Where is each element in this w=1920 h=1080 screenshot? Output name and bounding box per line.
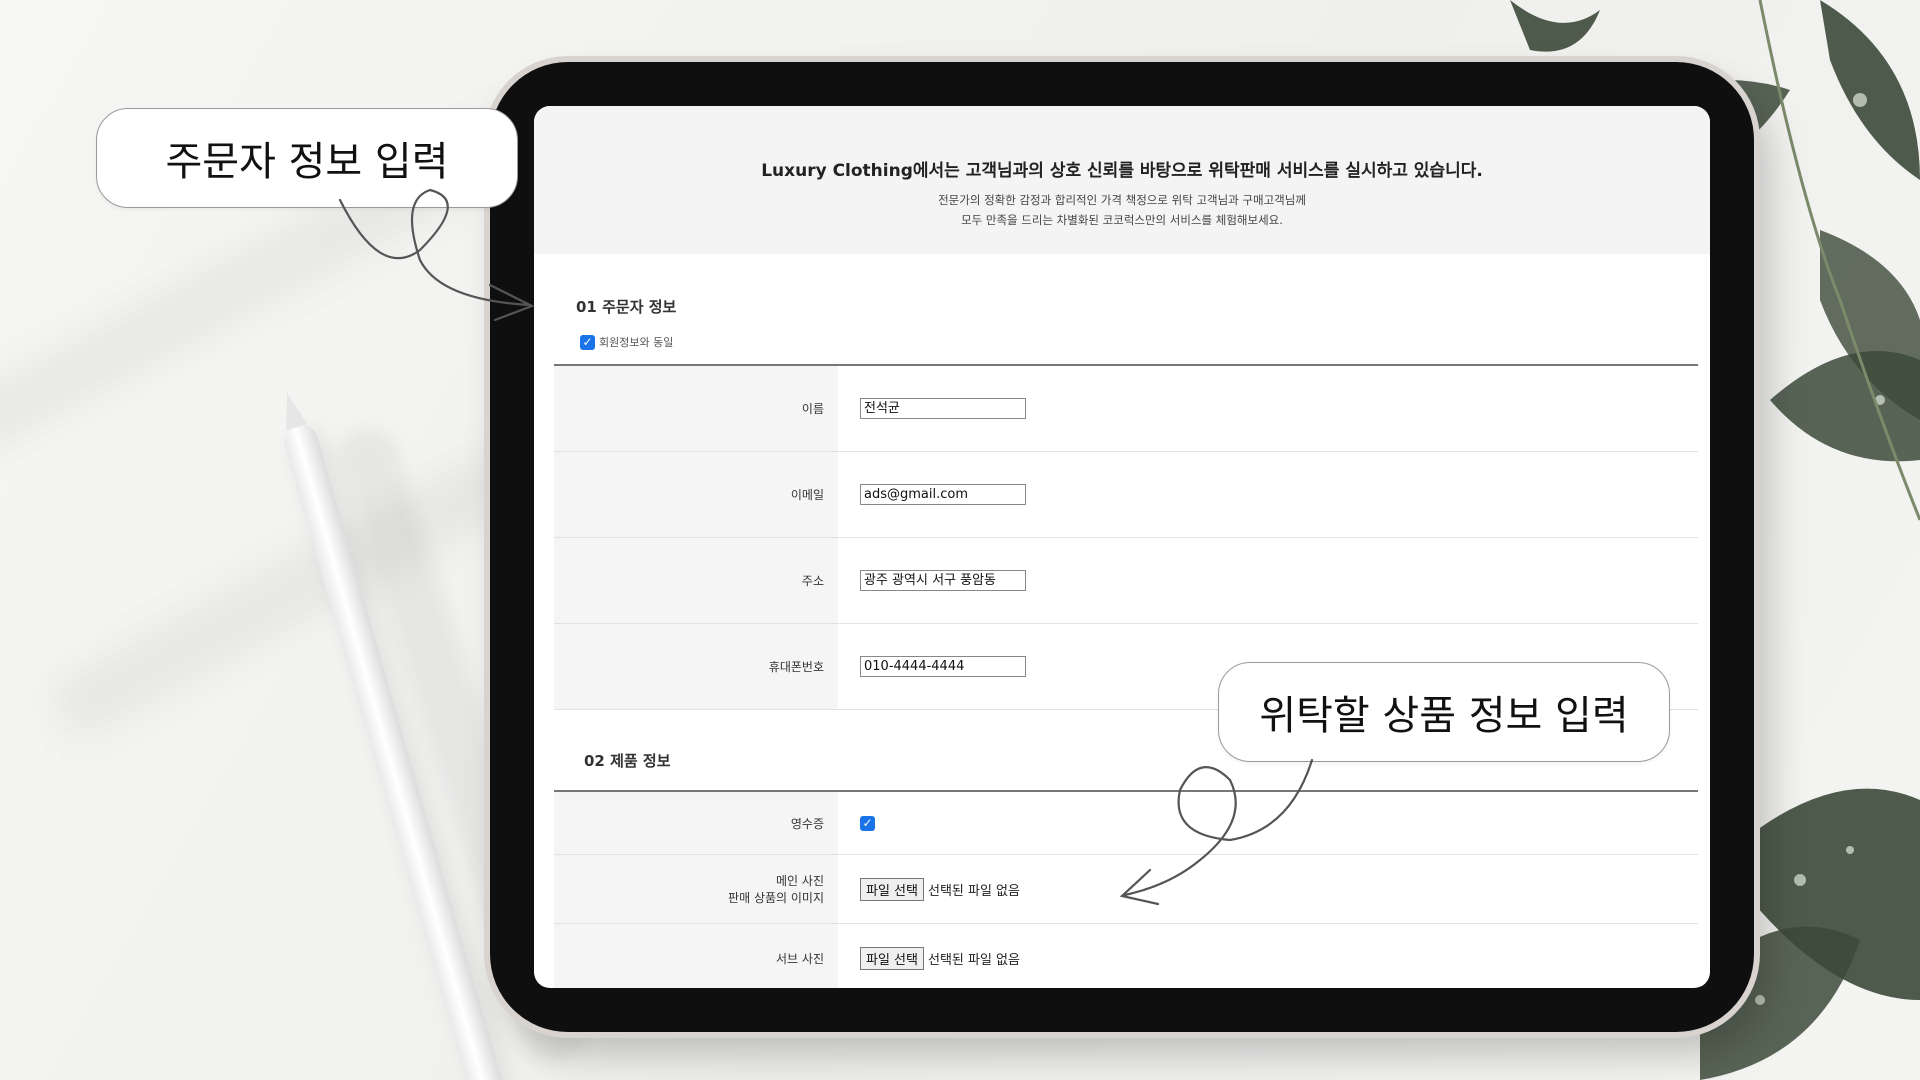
tablet-screen: Luxury Clothing에서는 고객님과의 상호 신뢰를 바탕으로 위탁판… <box>534 106 1710 988</box>
email-field[interactable]: ads@gmail.com <box>860 484 1026 505</box>
name-field[interactable]: 전석균 <box>860 398 1026 419</box>
section-title-product: 02 제품 정보 <box>584 752 671 770</box>
tablet-device: Luxury Clothing에서는 고객님과의 상호 신뢰를 바탕으로 위탁판… <box>490 62 1754 1032</box>
section-title-orderer: 01 주문자 정보 <box>576 298 677 316</box>
field-label: 메인 사진 판매 상품의 이미지 <box>554 855 838 923</box>
receipt-checkbox[interactable]: ✓ <box>860 815 875 831</box>
form-row-receipt: 영수증 ✓ <box>554 792 1698 855</box>
field-label: 주소 <box>554 538 838 623</box>
main-photo-sublabel: 판매 상품의 이미지 <box>728 891 824 905</box>
form-row-main-photo: 메인 사진 판매 상품의 이미지 파일 선택 선택된 파일 없음 <box>554 855 1698 924</box>
field-label: 영수증 <box>554 792 838 854</box>
same-as-member-option[interactable]: ✓ 회원정보와 동일 <box>580 334 673 350</box>
phone-field[interactable]: 010-4444-4444 <box>860 656 1026 677</box>
hero-title: Luxury Clothing에서는 고객님과의 상호 신뢰를 바탕으로 위탁판… <box>761 161 1483 181</box>
check-icon[interactable]: ✓ <box>580 334 595 350</box>
address-field[interactable]: 광주 광역시 서구 풍암동 <box>860 570 1026 591</box>
form-row-address: 주소 광주 광역시 서구 풍암동 <box>554 538 1698 624</box>
hero-subtitle: 모두 만족을 드리는 차별화된 코코럭스만의 서비스를 체험해보세요. <box>961 213 1283 227</box>
scene-background: Luxury Clothing에서는 고객님과의 상호 신뢰를 바탕으로 위탁판… <box>0 0 1920 1080</box>
orderer-form: 이름 전석균 이메일 ads@gmail.com 주소 광주 광역시 서구 풍암… <box>554 364 1698 710</box>
main-photo-file-button[interactable]: 파일 선택 <box>860 877 924 901</box>
callout-consign-info: 위탁할 상품 정보 입력 <box>1218 662 1670 762</box>
form-row-email: 이메일 ads@gmail.com <box>554 452 1698 538</box>
no-file-text: 선택된 파일 없음 <box>927 952 1020 968</box>
same-as-member-label: 회원정보와 동일 <box>599 336 674 349</box>
sub-photo-file-button[interactable]: 파일 선택 <box>860 946 924 970</box>
main-photo-label: 메인 사진 <box>776 874 824 888</box>
callout-orderer-info: 주문자 정보 입력 <box>96 108 518 208</box>
no-file-text: 선택된 파일 없음 <box>927 883 1020 899</box>
hero-subtitle: 전문가의 정확한 감정과 합리적인 가격 책정으로 위탁 고객님과 구매고객님께 <box>938 193 1306 207</box>
field-label: 서브 사진 <box>554 924 838 988</box>
field-label: 이름 <box>554 366 838 451</box>
form-row-sub-photo: 서브 사진 파일 선택 선택된 파일 없음 <box>554 924 1698 988</box>
field-label: 이메일 <box>554 452 838 537</box>
hero-banner: Luxury Clothing에서는 고객님과의 상호 신뢰를 바탕으로 위탁판… <box>534 106 1710 254</box>
field-label: 휴대폰번호 <box>554 624 838 709</box>
product-form: 영수증 ✓ 메인 사진 판매 상품의 이미지 파일 선택 선택된 파일 없음 서… <box>554 790 1698 988</box>
form-row-name: 이름 전석균 <box>554 366 1698 452</box>
